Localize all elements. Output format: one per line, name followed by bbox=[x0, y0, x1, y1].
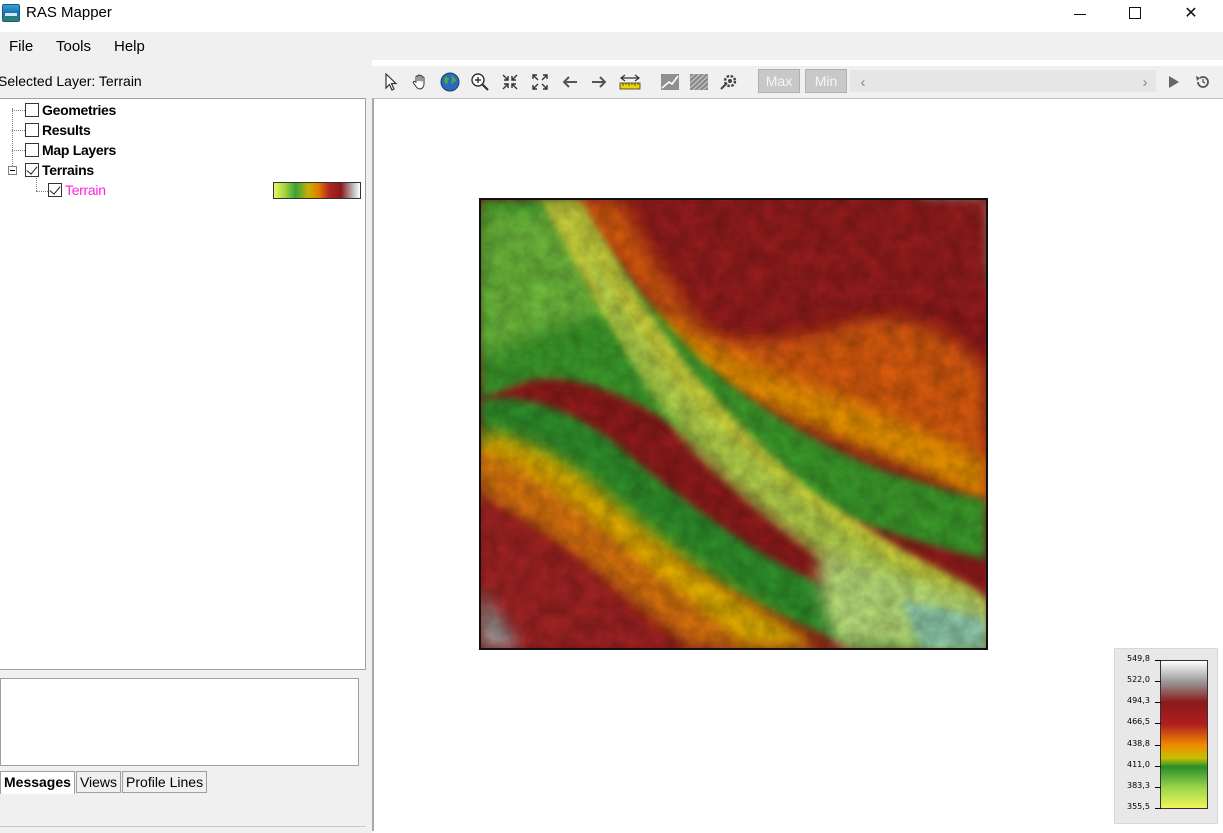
tree-connector bbox=[12, 130, 25, 131]
tree-item-label: Geometries bbox=[42, 102, 117, 118]
menu-file[interactable]: File bbox=[9, 38, 33, 55]
legend-tick: 411,0 bbox=[1127, 760, 1161, 769]
reset-icon[interactable] bbox=[1192, 71, 1214, 93]
tree-connector bbox=[36, 191, 48, 192]
legend-tick: 494,3 bbox=[1127, 696, 1161, 705]
selected-layer-label: Selected Layer: Terrain bbox=[0, 73, 142, 89]
tree-item-geometries[interactable]: Geometries bbox=[25, 101, 116, 119]
full-extent-icon[interactable] bbox=[529, 71, 551, 93]
maximize-icon bbox=[1129, 7, 1141, 19]
tree-connector bbox=[12, 110, 25, 111]
back-arrow-icon[interactable] bbox=[559, 71, 581, 93]
legend-tick: 549,8 bbox=[1127, 654, 1161, 663]
tab-profile-lines[interactable]: Profile Lines bbox=[122, 771, 208, 793]
tree-item-terrain[interactable]: Terrain bbox=[48, 181, 106, 199]
tree-item-label: Terrains bbox=[42, 162, 94, 178]
geometries-checkbox[interactable] bbox=[25, 103, 39, 117]
measure-ruler-icon[interactable] bbox=[619, 71, 641, 93]
settings-icon[interactable] bbox=[718, 71, 740, 93]
window-title: RAS Mapper bbox=[26, 4, 112, 21]
zoom-in-icon[interactable] bbox=[469, 71, 491, 93]
map-layers-checkbox[interactable] bbox=[25, 143, 39, 157]
hillshade-icon[interactable] bbox=[688, 71, 710, 93]
legend-tick: 355,5 bbox=[1127, 802, 1161, 811]
tree-item-label: Results bbox=[42, 122, 91, 138]
legend-tick: 438,8 bbox=[1127, 739, 1161, 748]
messages-box bbox=[0, 678, 359, 766]
legend-tick: 522,0 bbox=[1127, 675, 1161, 684]
tree-item-results[interactable]: Results bbox=[25, 121, 91, 139]
divider bbox=[0, 826, 366, 827]
terrain-checkbox[interactable] bbox=[48, 183, 62, 197]
title-bar: RAS Mapper ✕ bbox=[0, 0, 1223, 26]
terrain-image bbox=[481, 200, 986, 648]
maximize-button[interactable] bbox=[1112, 0, 1158, 26]
bottom-tabs: Messages Views Profile Lines bbox=[0, 771, 208, 794]
collapse-icon[interactable] bbox=[8, 166, 17, 175]
tab-messages[interactable]: Messages bbox=[0, 771, 75, 794]
pointer-icon[interactable] bbox=[380, 71, 402, 93]
forward-arrow-icon[interactable] bbox=[588, 71, 610, 93]
close-icon: ✕ bbox=[1184, 5, 1198, 22]
tab-views[interactable]: Views bbox=[75, 771, 122, 793]
tree-connector bbox=[12, 108, 13, 172]
tree-item-label: Map Layers bbox=[42, 142, 117, 158]
menu-bar: File Tools Help bbox=[0, 32, 1223, 60]
legend-tick: 466,5 bbox=[1127, 717, 1161, 726]
minimize-icon bbox=[1074, 13, 1086, 15]
tree-item-label: Terrain bbox=[65, 182, 106, 198]
elevation-colorbar bbox=[1160, 660, 1208, 809]
results-checkbox[interactable] bbox=[25, 123, 39, 137]
min-button[interactable]: Min bbox=[805, 69, 847, 93]
scroll-left-icon[interactable]: ‹ bbox=[852, 71, 874, 93]
pan-hand-icon[interactable] bbox=[409, 71, 431, 93]
app-icon bbox=[2, 4, 20, 22]
menu-help[interactable]: Help bbox=[114, 38, 145, 55]
tree-connector bbox=[12, 150, 25, 151]
menu-tools[interactable]: Tools bbox=[56, 38, 91, 55]
minimize-button[interactable] bbox=[1057, 0, 1103, 26]
tree-item-map-layers[interactable]: Map Layers bbox=[25, 141, 116, 159]
terrain-profile-icon[interactable] bbox=[659, 71, 681, 93]
tree-connector bbox=[36, 178, 37, 191]
legend-tick: 383,3 bbox=[1127, 781, 1161, 790]
max-button[interactable]: Max bbox=[758, 69, 800, 93]
play-icon[interactable] bbox=[1163, 71, 1185, 93]
zoom-out-icon[interactable] bbox=[499, 71, 521, 93]
terrains-checkbox[interactable] bbox=[25, 163, 39, 177]
globe-icon[interactable] bbox=[439, 71, 461, 93]
terrain-colormap-swatch[interactable] bbox=[273, 182, 361, 199]
terrain-raster[interactable] bbox=[479, 198, 988, 650]
time-scrollbar[interactable] bbox=[850, 70, 1156, 92]
scroll-right-icon[interactable]: › bbox=[1134, 71, 1156, 93]
tree-item-terrains[interactable]: Terrains bbox=[25, 161, 94, 179]
map-toolbar: Max Min ‹ › bbox=[372, 66, 1223, 98]
close-button[interactable]: ✕ bbox=[1168, 0, 1214, 26]
